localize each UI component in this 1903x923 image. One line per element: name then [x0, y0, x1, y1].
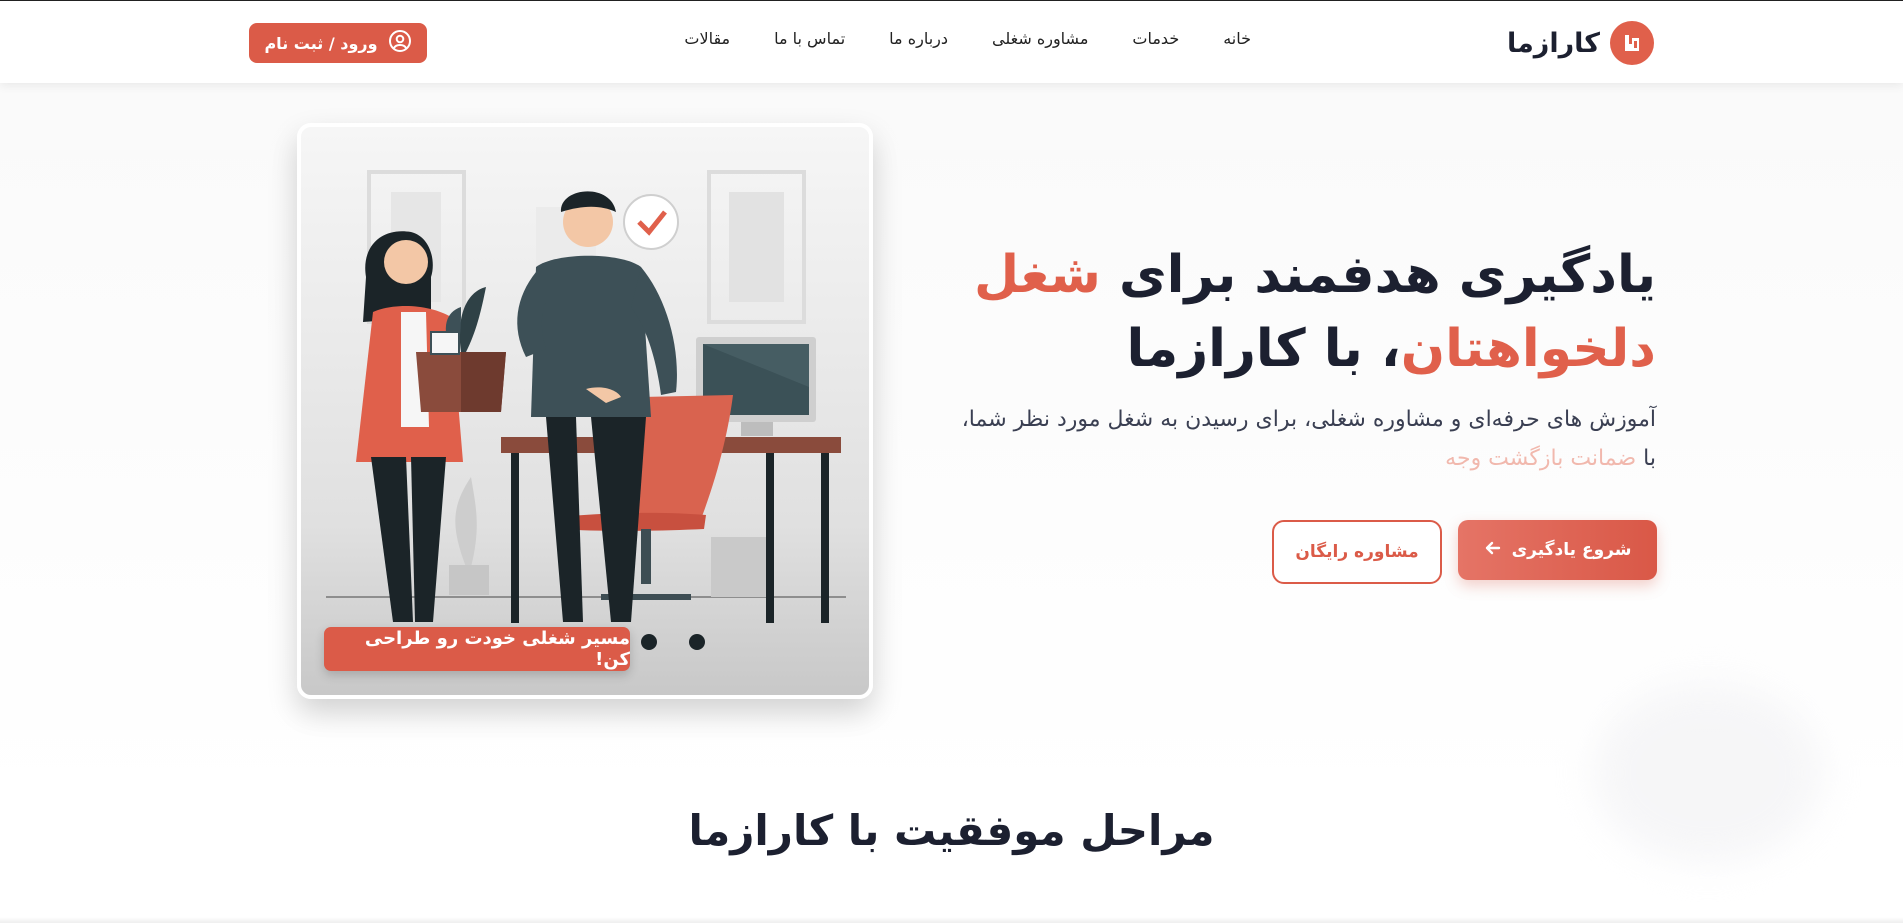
- login-register-button[interactable]: ورود / ثبت نام: [249, 23, 427, 63]
- start-learning-label: شروع یادگیری: [1511, 540, 1632, 560]
- hero-title: یادگیری هدفمند برای شغل دلخواهتان، با کا…: [936, 238, 1656, 386]
- section-divider: [0, 917, 1903, 923]
- free-consultation-button[interactable]: مشاوره رایگان: [1272, 520, 1442, 584]
- hero-title-accent2: دلخواهتان: [1400, 319, 1656, 379]
- logo[interactable]: کارازما: [1507, 21, 1654, 65]
- hero-subtitle: آموزش های حرفه‌ای و مشاوره شغلی، برای رس…: [956, 400, 1656, 478]
- hero-title-part1: یادگیری هدفمند برای: [1100, 245, 1656, 305]
- nav-item-contact[interactable]: تماس با ما: [774, 29, 845, 48]
- nav-item-career-consulting[interactable]: مشاوره شغلی: [992, 29, 1088, 48]
- money-back-guarantee-text: ضمانت بازگشت وجه: [1445, 446, 1637, 471]
- hero-title-accent1: شغل: [973, 245, 1101, 305]
- navbar: کارازما خانه خدمات مشاوره شغلی درباره ما…: [0, 1, 1903, 83]
- nav-item-home[interactable]: خانه: [1223, 29, 1251, 48]
- nav-item-services[interactable]: خدمات: [1132, 29, 1179, 48]
- image-caption: مسیر شغلی خودت رو طراحی کن!: [324, 627, 630, 671]
- main-nav: خانه خدمات مشاوره شغلی درباره ما تماس با…: [640, 29, 1251, 48]
- logo-mark-icon: [1610, 21, 1654, 65]
- user-circle-icon: [388, 29, 412, 57]
- arrow-left-icon: [1484, 539, 1502, 562]
- steps-section-title: مراحل موفقیت با کارازما: [688, 806, 1215, 855]
- nav-item-about[interactable]: درباره ما: [889, 29, 948, 48]
- login-register-label: ورود / ثبت نام: [264, 33, 378, 53]
- nav-item-articles[interactable]: مقالات: [684, 29, 730, 48]
- start-learning-button[interactable]: شروع یادگیری: [1458, 520, 1657, 580]
- logo-text: کارازما: [1506, 27, 1600, 59]
- hero-illustration: [297, 123, 873, 699]
- hero-title-part2: ، با کارازما: [1126, 319, 1401, 379]
